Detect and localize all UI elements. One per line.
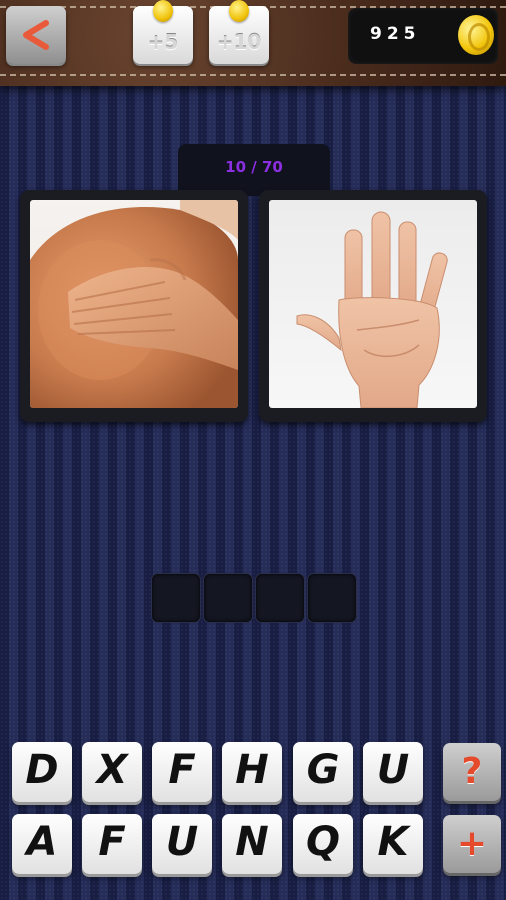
answer-slot[interactable] — [308, 574, 356, 622]
letter-key[interactable]: K — [363, 814, 423, 874]
palm-image — [269, 200, 477, 408]
picture-2[interactable] — [259, 190, 487, 422]
letter-key[interactable]: X — [82, 742, 142, 802]
hint-label: +10 — [216, 30, 262, 54]
letter-key[interactable]: F — [152, 742, 212, 802]
hint-plus-5-button[interactable]: +5 — [133, 0, 193, 64]
key-letter: X — [96, 747, 128, 793]
shoulder-image — [30, 200, 238, 408]
key-letter: Q — [305, 819, 340, 865]
letter-key[interactable]: F — [82, 814, 142, 874]
plus-icon: + — [456, 823, 488, 864]
letter-key[interactable]: D — [12, 742, 72, 802]
level-text: 10 / 70 — [225, 158, 283, 176]
letter-key[interactable]: Q — [293, 814, 353, 874]
letter-key[interactable]: U — [363, 742, 423, 802]
key-letter: F — [98, 819, 126, 865]
key-letter: H — [235, 747, 269, 793]
back-button[interactable] — [6, 6, 66, 64]
picture-1[interactable] — [20, 190, 248, 422]
top-bar: +5 +10 925 — [0, 0, 506, 86]
key-letter: A — [26, 819, 58, 865]
letter-key[interactable]: A — [12, 814, 72, 874]
answer-slot[interactable] — [152, 574, 200, 622]
letter-key[interactable]: H — [222, 742, 282, 802]
coin-icon — [229, 0, 249, 22]
question-icon: ? — [461, 751, 483, 792]
key-letter: K — [377, 819, 409, 865]
letter-key[interactable]: G — [293, 742, 353, 802]
key-letter: G — [306, 747, 340, 793]
hint-label: +5 — [147, 30, 179, 54]
level-indicator: 10 / 70 — [178, 144, 330, 196]
coin-icon — [458, 15, 494, 55]
coin-icon — [153, 0, 173, 22]
answer-slot[interactable] — [256, 574, 304, 622]
coin-count: 925 — [370, 24, 421, 44]
add-coins-button[interactable]: + — [443, 815, 501, 873]
coin-balance: 925 — [348, 8, 498, 64]
letter-key[interactable]: U — [152, 814, 212, 874]
key-letter: U — [376, 747, 410, 793]
hint-button[interactable]: ? — [443, 743, 501, 801]
letter-key[interactable]: N — [222, 814, 282, 874]
key-letter: N — [235, 819, 269, 865]
key-letter: D — [25, 747, 59, 793]
hint-plus-10-button[interactable]: +10 — [209, 0, 269, 64]
back-arrow-icon — [23, 20, 49, 50]
key-letter: U — [165, 819, 199, 865]
key-letter: F — [168, 747, 196, 793]
answer-slot[interactable] — [204, 574, 252, 622]
